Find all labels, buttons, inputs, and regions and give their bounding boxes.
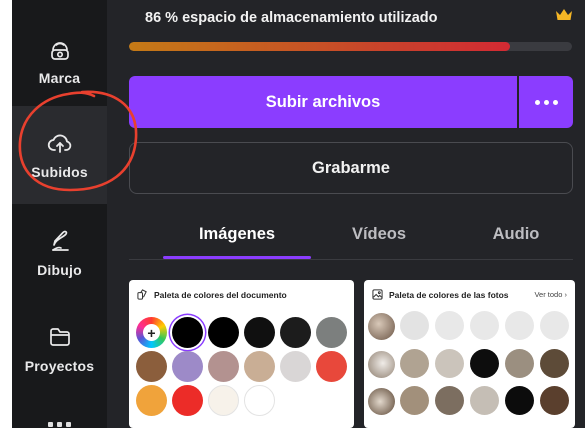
sidebar: Marca Subidos Dibujo Proyectos bbox=[12, 0, 107, 428]
color-swatch[interactable] bbox=[244, 385, 275, 416]
photo-thumbnail[interactable] bbox=[368, 388, 395, 415]
app-frame: Marca Subidos Dibujo Proyectos 86 % espa… bbox=[0, 0, 585, 431]
color-swatch[interactable] bbox=[244, 351, 275, 382]
photo-color-swatch[interactable] bbox=[540, 349, 569, 378]
photo-color-swatch[interactable] bbox=[540, 311, 569, 340]
chevron-right-icon: › bbox=[564, 290, 568, 299]
photo-color-swatch[interactable] bbox=[540, 386, 569, 415]
tab-images[interactable]: Imágenes bbox=[163, 210, 311, 258]
see-all-link[interactable]: Ver todo › bbox=[534, 290, 567, 299]
palette-icon bbox=[137, 289, 147, 300]
document-palette-header: Paleta de colores del documento bbox=[137, 289, 287, 300]
color-swatch[interactable] bbox=[136, 351, 167, 382]
photo-color-swatch[interactable] bbox=[435, 311, 464, 340]
photo-color-swatch[interactable] bbox=[435, 386, 464, 415]
add-color-button[interactable]: + bbox=[136, 317, 167, 348]
photo-thumbnail[interactable] bbox=[368, 351, 395, 378]
document-palette-title: Paleta de colores del documento bbox=[154, 289, 287, 300]
crown-icon bbox=[556, 9, 572, 20]
color-swatch[interactable] bbox=[208, 385, 239, 416]
sidebar-item-label: Proyectos bbox=[24, 358, 95, 374]
folder-icon bbox=[49, 328, 70, 346]
more-apps-icon[interactable] bbox=[48, 422, 72, 428]
color-swatch[interactable] bbox=[172, 351, 203, 382]
storage-bar bbox=[129, 42, 572, 51]
photo-color-swatch[interactable] bbox=[470, 386, 499, 415]
color-swatch[interactable] bbox=[172, 385, 203, 416]
photo-color-swatch[interactable] bbox=[470, 311, 499, 340]
color-swatch[interactable] bbox=[316, 317, 347, 348]
sidebar-item-draw[interactable]: Dibujo bbox=[12, 204, 107, 302]
editor-app: Marca Subidos Dibujo Proyectos 86 % espa… bbox=[12, 0, 585, 428]
tab-videos[interactable]: Vídeos bbox=[319, 210, 439, 258]
sidebar-item-label: Marca bbox=[38, 70, 81, 86]
photo-color-swatch[interactable] bbox=[400, 349, 429, 378]
sidebar-item-label: Dibujo bbox=[37, 262, 82, 278]
sidebar-item-projects[interactable]: Proyectos bbox=[12, 300, 107, 398]
uploads-panel: 86 % espacio de almacenamiento utilizado… bbox=[107, 0, 585, 428]
more-options-icon[interactable] bbox=[519, 76, 573, 128]
sidebar-item-brand[interactable]: Marca bbox=[12, 12, 107, 110]
photo-color-swatch[interactable] bbox=[470, 349, 499, 378]
document-palette-card[interactable]: Paleta de colores del documento + bbox=[129, 280, 354, 428]
photo-color-swatch[interactable] bbox=[400, 311, 429, 340]
tabs-divider bbox=[129, 259, 573, 260]
color-swatch[interactable] bbox=[172, 317, 203, 348]
color-swatch[interactable] bbox=[208, 317, 239, 348]
brand-kit-icon bbox=[50, 42, 69, 60]
photo-color-swatch[interactable] bbox=[505, 386, 534, 415]
color-swatch[interactable] bbox=[316, 351, 347, 382]
active-tab-indicator bbox=[163, 256, 311, 259]
upload-files-button[interactable]: Subir archivos bbox=[129, 76, 517, 128]
sidebar-item-label: Subidos bbox=[31, 164, 88, 180]
record-yourself-button[interactable]: Grabarme bbox=[129, 142, 573, 194]
photo-color-swatch[interactable] bbox=[435, 349, 464, 378]
photo-palette-card[interactable]: Paleta de colores de las fotos Ver todo … bbox=[364, 280, 575, 428]
storage-usage-text: 86 % espacio de almacenamiento utilizado bbox=[145, 10, 438, 26]
draw-icon bbox=[51, 230, 69, 251]
color-swatch[interactable] bbox=[280, 317, 311, 348]
color-swatch[interactable] bbox=[280, 351, 311, 382]
photo-color-swatch[interactable] bbox=[505, 311, 534, 340]
photo-color-swatch[interactable] bbox=[505, 349, 534, 378]
cloud-upload-icon bbox=[47, 134, 71, 153]
tab-audio[interactable]: Audio bbox=[459, 210, 573, 258]
storage-bar-fill bbox=[129, 42, 510, 51]
image-icon bbox=[372, 289, 383, 300]
color-swatch[interactable] bbox=[136, 385, 167, 416]
color-swatch[interactable] bbox=[244, 317, 275, 348]
photo-color-swatch[interactable] bbox=[400, 386, 429, 415]
photo-palette-header: Paleta de colores de las fotos bbox=[372, 289, 509, 300]
photo-thumbnail[interactable] bbox=[368, 313, 395, 340]
sidebar-item-uploads[interactable]: Subidos bbox=[12, 106, 107, 204]
photo-palette-title: Paleta de colores de las fotos bbox=[389, 289, 509, 300]
media-tabs: Imágenes Vídeos Audio bbox=[129, 210, 573, 260]
plus-icon: + bbox=[143, 324, 160, 341]
color-swatch[interactable] bbox=[208, 351, 239, 382]
